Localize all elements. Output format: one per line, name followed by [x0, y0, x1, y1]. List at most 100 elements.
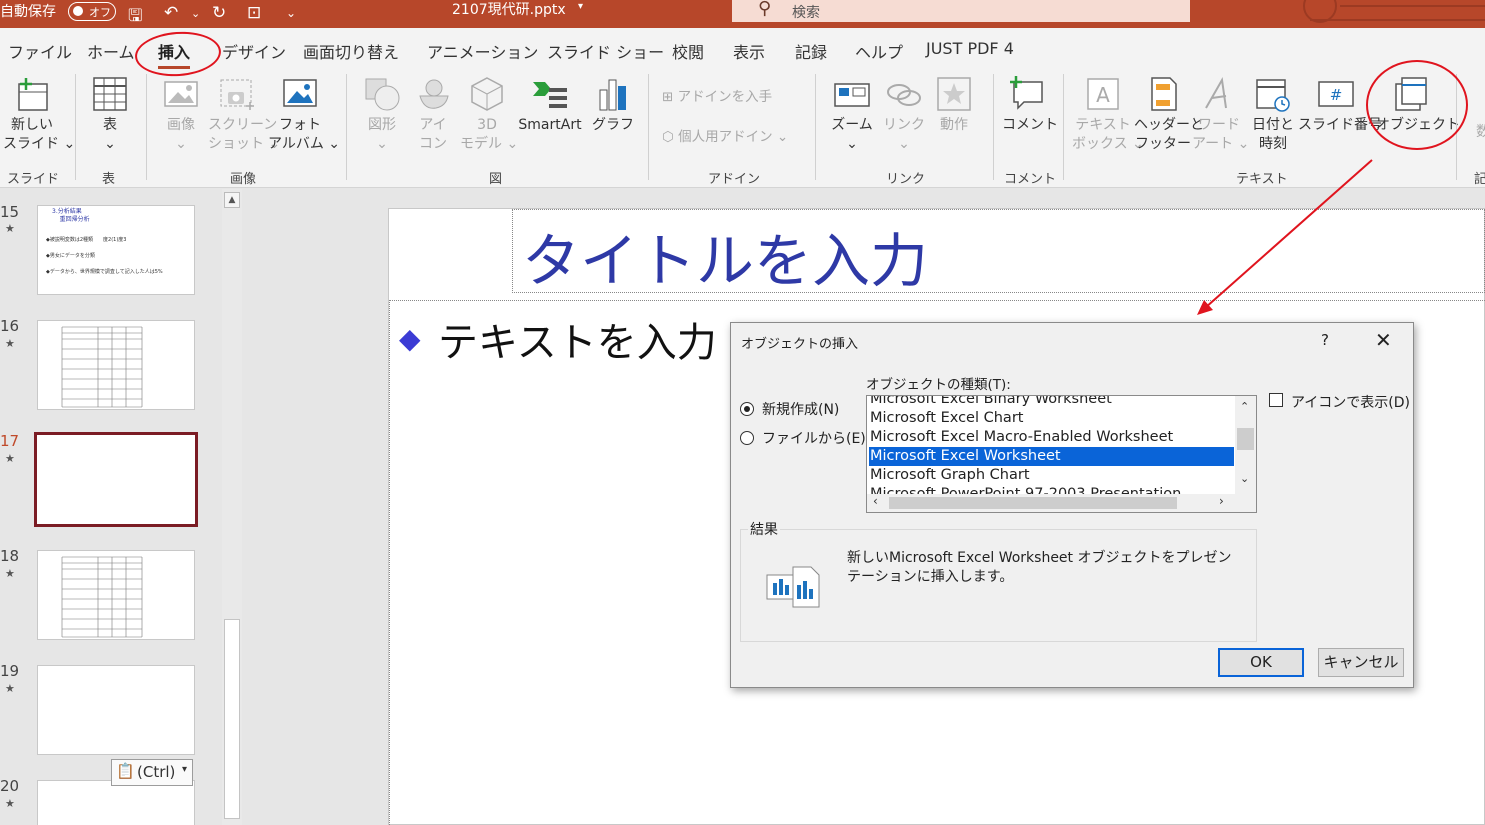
- tab-help[interactable]: ヘルプ: [855, 39, 903, 63]
- slide-thumbnail-19[interactable]: [37, 665, 195, 755]
- tab-home[interactable]: ホーム: [87, 39, 135, 63]
- header-footer-button[interactable]: ヘッダーと フッター: [1134, 76, 1204, 154]
- decorative-pattern-icon: [1303, 0, 1485, 23]
- tab-record[interactable]: 記録: [795, 39, 827, 63]
- scroll-down-icon[interactable]: ⌄: [1240, 472, 1249, 485]
- list-item[interactable]: Microsoft Graph Chart: [869, 466, 1234, 485]
- scrollbar-thumb[interactable]: [889, 497, 1177, 509]
- bullet-diamond-icon: ◆: [399, 322, 421, 355]
- paste-options-button[interactable]: 📋 (Ctrl) ▾: [111, 759, 193, 786]
- chart-button[interactable]: グラフ: [592, 76, 634, 135]
- image-icon: [164, 81, 198, 107]
- separator: [648, 74, 649, 180]
- scroll-up-icon[interactable]: ▲: [224, 192, 240, 208]
- title-placeholder-text[interactable]: タイトルを入力: [522, 214, 928, 298]
- filename-dropdown-icon[interactable]: ▾: [578, 1, 583, 12]
- tab-slideshow[interactable]: スライド ショー: [547, 39, 664, 63]
- customize-toolbar-icon[interactable]: ⌄: [286, 6, 296, 20]
- slide-thumbnail-17-selected[interactable]: [34, 432, 198, 527]
- scroll-right-icon[interactable]: ›: [1219, 494, 1224, 508]
- thumb-line: ◆被説明変数は2種類 度2(1)度3: [46, 237, 127, 243]
- cancel-button[interactable]: キャンセル: [1318, 648, 1404, 677]
- shapes-button[interactable]: 図形 ⌄: [362, 76, 402, 154]
- document-filename[interactable]: 2107現代研.pptx: [452, 0, 566, 19]
- redo-icon[interactable]: ↻: [212, 3, 226, 23]
- 3d-model-button[interactable]: 3D モデル ⌄: [460, 76, 518, 154]
- slide-thumbnail-15[interactable]: 3.分析結果 重回帰分析 ◆被説明変数は2種類 度2(1)度3 ◆男女にデータを分…: [37, 205, 195, 295]
- screenshot-label-1: スクリーン: [208, 117, 278, 133]
- list-item[interactable]: Microsoft Excel Chart: [869, 409, 1234, 428]
- slide-thumbnail-20[interactable]: [37, 780, 195, 825]
- display-as-icon-label[interactable]: アイコンで表示(D): [1291, 392, 1410, 412]
- table-icon: [93, 77, 127, 111]
- clipboard-icon: 📋: [116, 762, 135, 780]
- thumbnail-scrollbar[interactable]: ▲: [222, 189, 242, 825]
- slide-number-20: 20: [0, 777, 20, 795]
- icons-button[interactable]: アイ コン: [412, 76, 454, 154]
- object-type-list[interactable]: Microsoft Excel Binary Worksheet Microso…: [866, 395, 1257, 513]
- tab-just-pdf[interactable]: JUST PDF 4: [926, 39, 1014, 58]
- animation-star-icon: ★: [5, 797, 15, 810]
- scroll-up-icon[interactable]: ⌃: [1240, 400, 1249, 413]
- textbox-button[interactable]: A テキスト ボックス ⌄: [1072, 76, 1144, 154]
- tab-file[interactable]: ファイル: [8, 39, 72, 63]
- presentation-start-icon[interactable]: ⊡: [247, 3, 261, 23]
- photo-album-label-1: フォト: [279, 117, 321, 133]
- comment-button[interactable]: コメント: [1002, 76, 1058, 135]
- icons-icon: [419, 79, 449, 109]
- tab-review[interactable]: 校閲: [672, 39, 704, 63]
- list-horizontal-scrollbar[interactable]: ‹ ›: [867, 494, 1256, 512]
- create-new-radio[interactable]: 新規作成(N): [740, 399, 839, 419]
- list-item[interactable]: Microsoft Excel Binary Worksheet: [869, 396, 1234, 409]
- zoom-label: ズーム: [831, 117, 873, 133]
- photo-album-button[interactable]: フォト アルバム ⌄: [268, 76, 340, 154]
- get-addins-button[interactable]: ⊞ アドインを入手: [662, 88, 792, 107]
- image-button[interactable]: 画像 ⌄: [158, 76, 204, 154]
- ok-button[interactable]: OK: [1218, 648, 1304, 677]
- tab-view[interactable]: 表示: [733, 39, 765, 63]
- undo-dropdown-icon[interactable]: ⌄: [191, 7, 200, 20]
- my-addins-label: 個人用アドイン: [678, 129, 773, 145]
- slide-number-18: 18: [0, 547, 20, 565]
- screenshot-button[interactable]: スクリーン ショット ⌄: [208, 76, 280, 154]
- thumb-table-icon: [61, 326, 143, 408]
- body-placeholder-text[interactable]: テキストを入力: [438, 310, 717, 368]
- help-icon[interactable]: ?: [1321, 331, 1329, 349]
- my-addins-button[interactable]: ⬡ 個人用アドイン ⌄: [662, 128, 802, 147]
- tab-animations[interactable]: アニメーション: [427, 39, 538, 63]
- slide-thumbnail-18[interactable]: [37, 550, 195, 640]
- new-slide-label-1: 新しい: [11, 117, 53, 133]
- smartart-button[interactable]: SmartArt: [516, 76, 584, 135]
- close-icon[interactable]: ✕: [1375, 328, 1392, 352]
- scrollbar-thumb[interactable]: [1237, 428, 1254, 450]
- list-vertical-scrollbar[interactable]: ⌃ ⌄: [1235, 396, 1256, 494]
- slide-number-icon: #: [1318, 81, 1354, 107]
- svg-text:#: #: [1330, 86, 1343, 104]
- display-as-icon-checkbox[interactable]: [1269, 393, 1283, 407]
- zoom-button[interactable]: ズーム ⌄: [830, 76, 874, 154]
- scroll-left-icon[interactable]: ‹: [873, 494, 878, 508]
- slide-thumbnail-16[interactable]: [37, 320, 195, 410]
- chart-label: グラフ: [592, 117, 634, 133]
- tab-transitions[interactable]: 画面切り替え: [303, 39, 399, 63]
- title-bar: 自動保存 オフ 🖫 ↶ ⌄ ↻ ⊡ ⌄ 2107現代研.pptx ▾ ⚲ 検索: [0, 0, 1485, 28]
- object-type-label: オブジェクトの種類(T):: [866, 377, 1011, 393]
- wordart-label-2: アート ⌄: [1192, 136, 1250, 152]
- list-item[interactable]: Microsoft Excel Macro-Enabled Worksheet: [869, 428, 1234, 447]
- date-time-button[interactable]: 日付と 時刻: [1250, 76, 1296, 154]
- header-footer-label-2: フッター: [1135, 136, 1191, 152]
- list-item-selected[interactable]: Microsoft Excel Worksheet: [869, 447, 1234, 466]
- wordart-button[interactable]: ワード アート ⌄: [1192, 76, 1250, 154]
- search-box[interactable]: ⚲ 検索: [732, 0, 1190, 22]
- tab-design[interactable]: デザイン: [222, 39, 286, 63]
- autosave-toggle[interactable]: オフ: [68, 2, 116, 21]
- table-button[interactable]: 表 ⌄: [86, 76, 134, 154]
- undo-icon[interactable]: ↶: [164, 3, 178, 23]
- slide-number-button[interactable]: # スライド番号: [1298, 76, 1382, 135]
- new-slide-icon: [18, 78, 48, 111]
- action-button[interactable]: 動作: [934, 76, 974, 135]
- link-button[interactable]: リンク ⌄: [882, 76, 926, 154]
- scrollbar-thumb[interactable]: [224, 619, 240, 819]
- from-file-radio[interactable]: ファイルから(E): [740, 428, 866, 448]
- new-slide-button[interactable]: 新しい スライド ⌄: [3, 76, 75, 154]
